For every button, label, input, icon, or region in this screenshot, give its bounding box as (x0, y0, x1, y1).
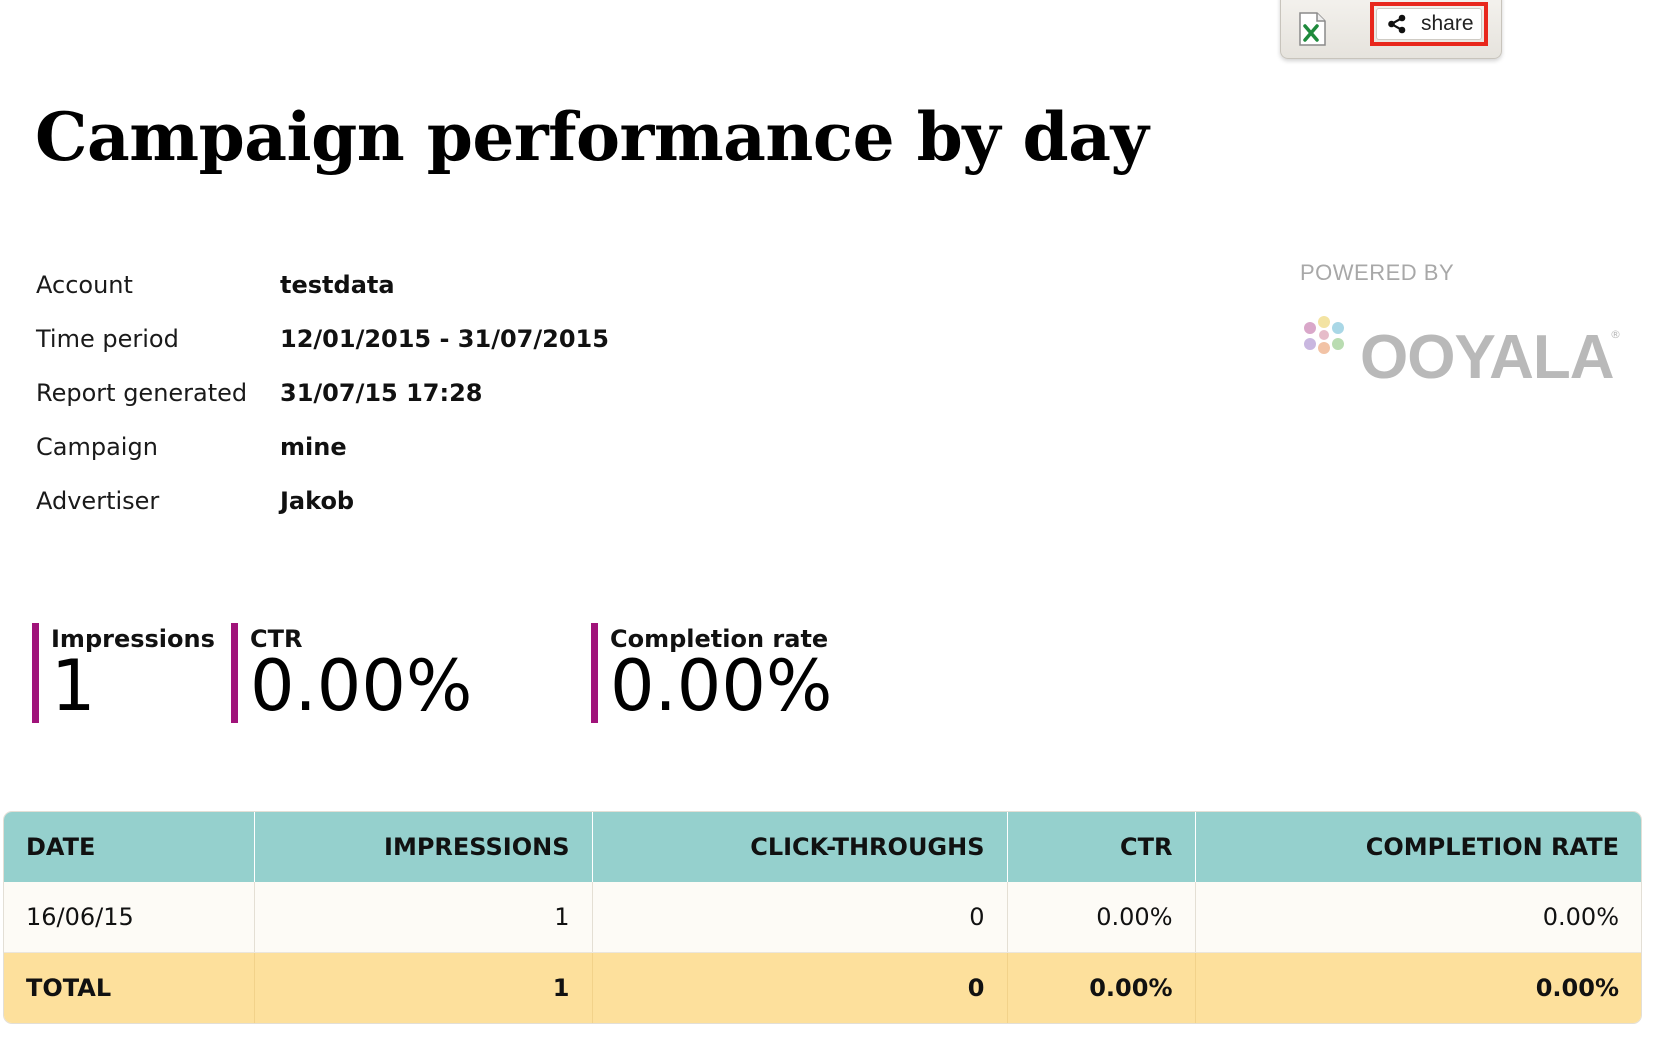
cell-completion-rate: 0.00% (1195, 882, 1641, 953)
meta-label: Campaign (36, 433, 158, 461)
share-button[interactable]: share (1376, 8, 1482, 40)
meta-label: Report generated (36, 379, 248, 407)
meta-value: Jakob (280, 487, 355, 515)
kpi-completion-rate: Completion rate 0.00% (591, 623, 832, 723)
column-header-completion-rate[interactable]: COMPLETION RATE (1195, 812, 1641, 882)
table-total-row: TOTAL 1 0 0.00% 0.00% (4, 952, 1641, 1023)
table-header-row: DATE IMPRESSIONS CLICK-THROUGHS CTR COMP… (4, 812, 1641, 882)
ooyala-logo: OOYALA ® (1300, 292, 1621, 392)
kpi-value: 0.00% (250, 645, 473, 727)
kpi-value: 1 (51, 645, 96, 727)
column-header-impressions[interactable]: IMPRESSIONS (254, 812, 593, 882)
ooyala-dots-icon (1304, 316, 1344, 354)
meta-row-report-generated: Report generated 31/07/15 17:28 (36, 366, 609, 420)
kpi-ctr: CTR 0.00% (231, 623, 472, 723)
registered-mark: ® (1610, 328, 1621, 341)
excel-icon (1299, 12, 1326, 46)
powered-by-label: POWERED BY (1300, 260, 1455, 285)
column-header-date[interactable]: DATE (4, 812, 255, 882)
meta-value: 12/01/2015 - 31/07/2015 (280, 325, 609, 353)
meta-row-account: Account testdata (36, 258, 609, 312)
export-toolbar: share (1280, 0, 1502, 59)
brand-name: OOYALA (1360, 323, 1615, 392)
column-header-ctr[interactable]: CTR (1007, 812, 1196, 882)
cell-date: 16/06/15 (4, 882, 255, 953)
performance-table: DATE IMPRESSIONS CLICK-THROUGHS CTR COMP… (4, 812, 1641, 1023)
kpi-impressions: Impressions 1 (32, 623, 215, 723)
excel-export-button[interactable] (1297, 12, 1327, 46)
meta-row-campaign: Campaign mine (36, 420, 609, 474)
total-completion-rate: 0.00% (1195, 952, 1641, 1023)
meta-value: testdata (280, 271, 395, 299)
total-click-throughs: 0 (592, 952, 1008, 1023)
report-meta: Account testdata Time period 12/01/2015 … (36, 258, 609, 528)
meta-value: mine (280, 433, 347, 461)
share-label: share (1421, 12, 1474, 35)
meta-row-advertiser: Advertiser Jakob (36, 474, 609, 528)
kpi-value: 0.00% (610, 645, 833, 727)
powered-by-logo: POWERED BY OOYALA ® (1300, 258, 1621, 392)
table-row: 16/06/15 1 0 0.00% 0.00% (4, 882, 1641, 953)
meta-row-time-period: Time period 12/01/2015 - 31/07/2015 (36, 312, 609, 366)
total-impressions: 1 (254, 952, 593, 1023)
total-label: TOTAL (4, 952, 255, 1023)
meta-label: Time period (36, 325, 179, 353)
share-icon (1388, 14, 1406, 34)
column-header-click-throughs[interactable]: CLICK-THROUGHS (592, 812, 1008, 882)
cell-ctr: 0.00% (1007, 882, 1196, 953)
page-title: Campaign performance by day (35, 98, 1149, 176)
meta-label: Account (36, 271, 133, 299)
total-ctr: 0.00% (1007, 952, 1196, 1023)
meta-value: 31/07/15 17:28 (280, 379, 483, 407)
meta-label: Advertiser (36, 487, 160, 515)
cell-impressions: 1 (254, 882, 593, 953)
cell-click-throughs: 0 (592, 882, 1008, 953)
